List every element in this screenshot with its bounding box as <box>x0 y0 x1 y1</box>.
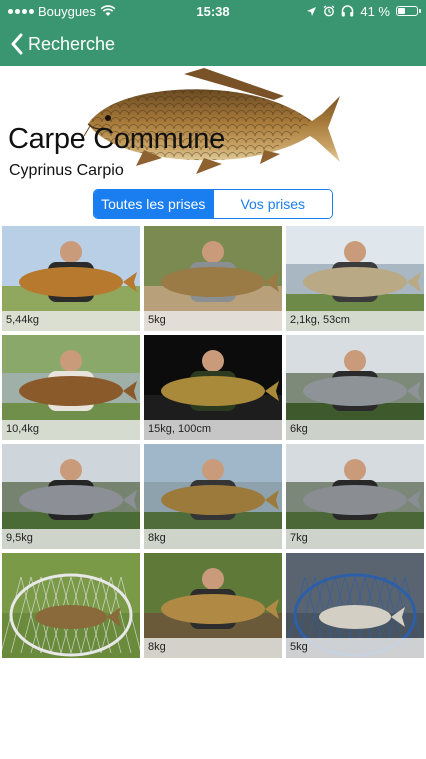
headphones-icon <box>342 5 354 17</box>
catch-photo-tile[interactable]: 10,4kg <box>2 335 140 440</box>
catch-caption: 8kg <box>144 529 282 549</box>
catch-photo-tile[interactable]: 8kg <box>144 553 282 658</box>
catch-caption: 2,1kg, 53cm <box>286 311 424 331</box>
catch-photo-tile[interactable]: 5kg <box>286 553 424 658</box>
species-header: Carpe Commune Cyprinus Carpio <box>0 66 426 186</box>
signal-strength-icon <box>8 8 34 14</box>
species-latin-name: Cyprinus Carpio <box>9 162 124 179</box>
catches-filter-segmented-control: Toutes les prises Vos prises <box>93 189 333 219</box>
catch-photo-tile[interactable]: 7kg <box>286 444 424 549</box>
catch-caption: 5kg <box>286 638 424 658</box>
back-button[interactable]: Recherche <box>10 33 115 55</box>
wifi-icon <box>100 5 116 16</box>
catch-photo-grid: 5,44kg 5kg 2,1kg, 53cm 10,4kg 15kg, 100cm 6kg… <box>2 226 424 658</box>
catch-gallery-screen: Bouygues 15:38 41 % Recherche Carpe Comm… <box>0 0 426 759</box>
catch-photo-tile[interactable]: 5kg <box>144 226 282 331</box>
tab-my-catches[interactable]: Vos prises <box>212 190 332 218</box>
catch-photo-tile[interactable]: 6kg <box>286 335 424 440</box>
battery-level-fill <box>398 8 405 14</box>
location-arrow-icon <box>307 6 317 16</box>
species-common-name: Carpe Commune <box>8 123 225 155</box>
tab-all-catches[interactable]: Toutes les prises <box>94 190 213 218</box>
catch-photo <box>2 553 140 658</box>
back-button-label: Recherche <box>28 33 116 54</box>
catch-photo-tile[interactable]: 15kg, 100cm <box>144 335 282 440</box>
catch-photo-tile[interactable] <box>2 553 140 658</box>
status-left: Bouygues <box>8 4 158 19</box>
catch-caption: 8kg <box>144 638 282 658</box>
battery-percent: 41 % <box>360 3 390 19</box>
catch-photo-tile[interactable]: 5,44kg <box>2 226 140 331</box>
status-right: 41 % <box>268 3 421 19</box>
catch-caption: 5,44kg <box>2 311 140 331</box>
battery-icon <box>396 6 421 16</box>
navigation-bar: Recherche <box>0 22 426 66</box>
catch-photo-tile[interactable]: 2,1kg, 53cm <box>286 226 424 331</box>
status-time: 15:38 <box>196 3 230 19</box>
carp-illustration <box>84 68 340 174</box>
catch-caption: 7kg <box>286 529 424 549</box>
catch-caption: 15kg, 100cm <box>144 420 282 440</box>
carrier-label: Bouygues <box>38 3 96 19</box>
status-bar: Bouygues 15:38 41 % <box>0 0 426 22</box>
alarm-icon <box>323 5 335 17</box>
catch-photo-tile[interactable]: 8kg <box>144 444 282 549</box>
chevron-left-icon <box>11 33 23 55</box>
catch-caption: 5kg <box>144 311 282 331</box>
catch-photo-tile[interactable]: 9,5kg <box>2 444 140 549</box>
catch-caption: 6kg <box>286 420 424 440</box>
catch-caption: 9,5kg <box>2 529 140 549</box>
catch-caption: 10,4kg <box>2 420 140 440</box>
